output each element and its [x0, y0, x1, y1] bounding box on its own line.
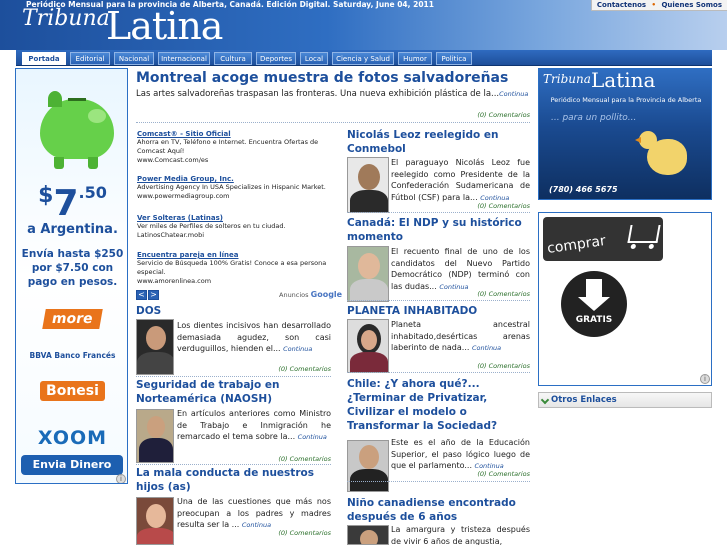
divider	[347, 372, 530, 373]
promo-quote: ... para un pollito...	[551, 113, 637, 123]
xoom-logo: XOOM	[37, 427, 108, 449]
divider	[347, 300, 530, 301]
article-title[interactable]: Chile: ¿Y ahora qué?... ¿Terminar de Pri…	[347, 377, 530, 433]
continua-link[interactable]: Continua	[283, 345, 312, 353]
ad-info-icon[interactable]: i	[700, 374, 710, 384]
tab-portada[interactable]: Portada	[22, 52, 66, 65]
article-summary: El paraguayo Nicolás Leoz fue reelegido …	[391, 158, 530, 202]
bonesi-logo: Bonesi	[16, 381, 127, 401]
continua-link[interactable]: Continua	[475, 462, 504, 470]
article-title[interactable]: Seguridad de trabajo en Norteamérica (NA…	[136, 378, 336, 406]
link-separator: •	[651, 1, 657, 9]
article-summary: Los dientes incisivos han desarrollado d…	[177, 321, 331, 353]
comments-link[interactable]: (0) Comentarios	[420, 202, 530, 210]
ad-info-icon[interactable]: i	[116, 474, 126, 483]
more-logo: more	[16, 309, 127, 329]
promo-subtitle: Periódico Mensual para la Provincia de A…	[550, 96, 702, 104]
comprar-gratis-ad[interactable]: comprar GRATIS i	[538, 212, 712, 386]
tab-humor[interactable]: Humor	[398, 52, 432, 65]
ad-description: Envía hasta $250 por $7.50 con pago en p…	[21, 248, 124, 288]
divider	[347, 212, 530, 213]
article-summary: Planeta ancestral inhabitado,desérticas …	[391, 320, 530, 352]
download-arrow-icon	[586, 279, 602, 299]
article-title[interactable]: La mala conducta de nuestros hijos (as)	[136, 466, 336, 494]
comments-link[interactable]: (0) Comentarios	[420, 362, 530, 370]
continua-link[interactable]: Continua	[298, 433, 327, 441]
ads-next-button[interactable]: >	[148, 290, 159, 300]
continua-link[interactable]: Continua	[472, 344, 501, 352]
article-summary: En artículos anteriores como Ministro de…	[177, 409, 331, 441]
promo-logo-latina: Latina	[591, 68, 656, 92]
article-summary: Este es el año de la Educación Superior,…	[391, 438, 530, 470]
main-lead: Las artes salvadoreñas traspasan las fro…	[136, 89, 529, 99]
comments-link[interactable]: (0) Comentarios	[222, 529, 331, 537]
promo-logo-tribuna: Tribuna	[543, 72, 591, 86]
article-summary: El recuento final de uno de los candidat…	[391, 247, 530, 291]
tab-ciencia-y-salud[interactable]: Ciencia y Salud	[332, 52, 394, 65]
tab-editorial[interactable]: Editorial	[70, 52, 110, 65]
continua-link[interactable]: Continua	[242, 521, 271, 529]
google-ad-item[interactable]: Power Media Group, Inc. Advertising Agen…	[137, 175, 341, 200]
article-photo[interactable]	[136, 319, 174, 375]
article-title[interactable]: Canadá: El NDP y su histórico momento	[347, 216, 530, 244]
comments-link[interactable]: (0) Comentarios	[222, 455, 331, 463]
article-summary: La amargura y tristeza después de vivir …	[391, 525, 530, 545]
ad-price: $7.50	[38, 183, 107, 224]
ad-destination: a Argentina.	[27, 222, 118, 237]
anuncios-google-label[interactable]: Anuncios Google	[279, 290, 342, 299]
divider	[136, 376, 331, 377]
divider	[347, 481, 530, 482]
logo-latina[interactable]: Latina	[106, 4, 223, 48]
gratis-download-button[interactable]: GRATIS	[561, 271, 627, 337]
tab-local[interactable]: Local	[300, 52, 328, 65]
tab-nacional[interactable]: Nacional	[114, 52, 154, 65]
top-links: Contactenos • Quienes Somos	[590, 0, 727, 11]
cart-icon	[627, 225, 661, 243]
google-ad-item[interactable]: Ver Solteras (Latinas) Ver miles de Perf…	[137, 214, 341, 239]
tab-internacional[interactable]: Internacional	[158, 52, 210, 65]
continua-link[interactable]: Continua	[499, 90, 528, 98]
otros-enlaces-header[interactable]: Otros Enlaces	[538, 392, 712, 408]
article-photo[interactable]	[347, 157, 389, 213]
comments-link[interactable]: (0) Comentarios	[420, 111, 530, 119]
google-ad-item[interactable]: Encuentra pareja en línea Servicio de Bú…	[137, 251, 341, 285]
tab-politica[interactable]: Politica	[436, 52, 472, 65]
article-photo[interactable]	[347, 440, 389, 492]
piggy-bank-icon	[40, 91, 114, 169]
article-photo[interactable]	[347, 525, 389, 545]
divider	[136, 122, 530, 123]
money-transfer-ad[interactable]: $7.50 a Argentina. Envía hasta $250 por …	[15, 68, 128, 484]
article-title[interactable]: Nicolás Leoz reelegido en Conmebol	[347, 128, 530, 156]
article-photo[interactable]	[136, 497, 174, 545]
article-title[interactable]: DOS	[136, 304, 336, 318]
tribuna-latina-promo[interactable]: Tribuna Latina Periódico Mensual para la…	[538, 68, 712, 200]
quienes-somos-link[interactable]: Quienes Somos	[661, 1, 722, 9]
logo-tribuna[interactable]: Tribuna	[22, 6, 110, 31]
article-photo[interactable]	[347, 319, 389, 373]
divider	[136, 464, 331, 465]
bbva-logo: BBVA Banco Francés	[29, 351, 116, 360]
comments-link[interactable]: (0) Comentarios	[420, 470, 530, 478]
envia-dinero-button[interactable]: Envia Dinero	[21, 455, 123, 475]
comments-link[interactable]: (0) Comentarios	[222, 365, 331, 373]
tab-cultura[interactable]: Cultura	[214, 52, 252, 65]
google-ad-item[interactable]: Comcast® - Sitio Oficial Ahorra en TV, T…	[137, 130, 341, 164]
article-summary: Una de las cuestiones que más nos preocu…	[177, 497, 331, 529]
article-photo[interactable]	[347, 246, 389, 302]
comprar-button[interactable]: comprar	[543, 217, 663, 261]
chick-icon	[635, 131, 687, 175]
promo-phone: (780) 466 5675	[549, 185, 618, 194]
main-headline[interactable]: Montreal acoge muestra de fotos salvador…	[136, 70, 530, 86]
main-nav: Portada Editorial Nacional Internacional…	[16, 50, 712, 66]
tab-deportes[interactable]: Deportes	[256, 52, 296, 65]
article-title[interactable]: PLANETA INHABITADO	[347, 304, 530, 318]
article-photo[interactable]	[136, 409, 174, 463]
contactenos-link[interactable]: Contactenos	[597, 1, 646, 9]
link-icon	[540, 395, 550, 405]
continua-link[interactable]: Continua	[480, 194, 509, 202]
article-title[interactable]: Niño canadiense encontrado después de 6 …	[347, 496, 530, 524]
comments-link[interactable]: (0) Comentarios	[420, 290, 530, 298]
ads-prev-button[interactable]: <	[136, 290, 147, 300]
